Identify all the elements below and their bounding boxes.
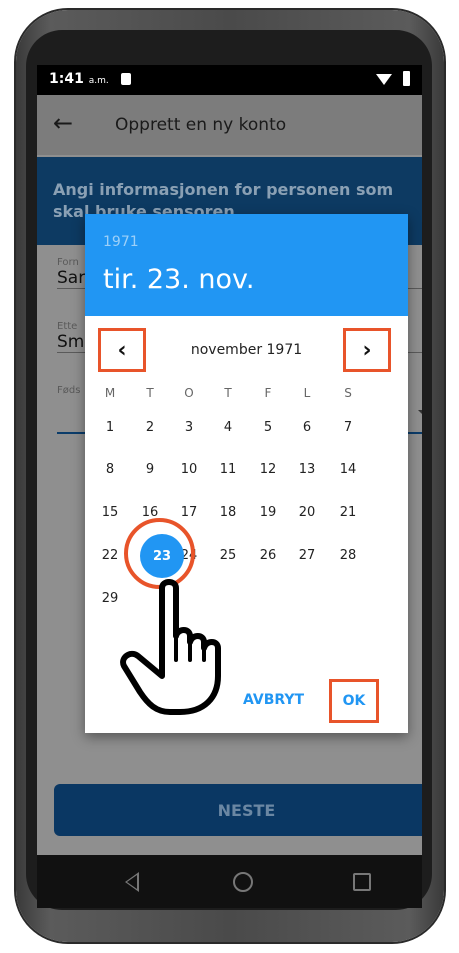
calendar-day[interactable]: 17 <box>174 505 204 520</box>
calendar-day[interactable]: 15 <box>95 505 125 520</box>
calendar-day[interactable]: 27 <box>292 548 322 563</box>
cancel-button[interactable]: AVBRYT <box>243 692 304 708</box>
nav-back-icon[interactable] <box>125 872 139 892</box>
calendar-day[interactable]: 2 <box>135 420 165 435</box>
nav-home-icon[interactable] <box>233 872 253 892</box>
notification-icon <box>121 73 131 85</box>
status-time: 1:41 a.m. <box>49 71 109 87</box>
calendar-day[interactable]: 18 <box>213 505 243 520</box>
picker-selected-date: tir. 23. nov. <box>103 264 255 295</box>
calendar-day[interactable]: 10 <box>174 462 204 477</box>
weekday-label: M <box>104 386 116 400</box>
calendar-day[interactable]: 20 <box>292 505 322 520</box>
calendar-day[interactable]: 9 <box>135 462 165 477</box>
calendar-day[interactable]: 6 <box>292 420 322 435</box>
calendar-day[interactable]: 7 <box>333 420 363 435</box>
weekday-label: T <box>224 386 232 400</box>
picker-year[interactable]: 1971 <box>103 234 139 250</box>
weekday-label: F <box>264 386 272 400</box>
ok-button[interactable]: OK <box>329 679 379 723</box>
app-bar: ← Opprett en ny konto <box>37 95 422 155</box>
calendar-day[interactable]: 19 <box>253 505 283 520</box>
calendar-day[interactable]: 25 <box>213 548 243 563</box>
weekday-label: O <box>184 386 194 400</box>
nav-recent-icon[interactable] <box>353 873 371 891</box>
calendar-day[interactable]: 22 <box>95 548 125 563</box>
chevron-right-icon: › <box>362 337 372 363</box>
weekday-label: S <box>344 386 352 400</box>
status-bar: 1:41 a.m. <box>37 65 422 95</box>
page-title: Opprett en ny konto <box>115 115 287 135</box>
calendar-day[interactable]: 8 <box>95 462 125 477</box>
back-arrow-icon[interactable]: ← <box>53 109 73 137</box>
weekday-label: L <box>303 386 311 400</box>
wifi-icon <box>376 74 392 85</box>
next-month-button[interactable]: › <box>343 328 391 372</box>
calendar-day[interactable]: 26 <box>253 548 283 563</box>
date-picker-header: 1971 tir. 23. nov. <box>85 214 408 316</box>
calendar-day[interactable]: 4 <box>213 420 243 435</box>
weekday-label: T <box>146 386 154 400</box>
calendar-day[interactable]: 1 <box>95 420 125 435</box>
calendar-day[interactable]: 12 <box>253 462 283 477</box>
calendar-day[interactable]: 21 <box>333 505 363 520</box>
calendar-day[interactable]: 5 <box>253 420 283 435</box>
calendar-day[interactable]: 11 <box>213 462 243 477</box>
dropdown-arrow-icon[interactable] <box>418 410 422 416</box>
calendar-day[interactable]: 14 <box>333 462 363 477</box>
calendar-day[interactable]: 28 <box>333 548 363 563</box>
pointing-hand-icon <box>120 579 221 715</box>
calendar-day[interactable]: 3 <box>174 420 204 435</box>
calendar-day[interactable]: 13 <box>292 462 322 477</box>
battery-icon <box>403 71 410 86</box>
next-button[interactable]: NESTE <box>54 784 422 836</box>
android-nav-bar <box>37 855 422 908</box>
